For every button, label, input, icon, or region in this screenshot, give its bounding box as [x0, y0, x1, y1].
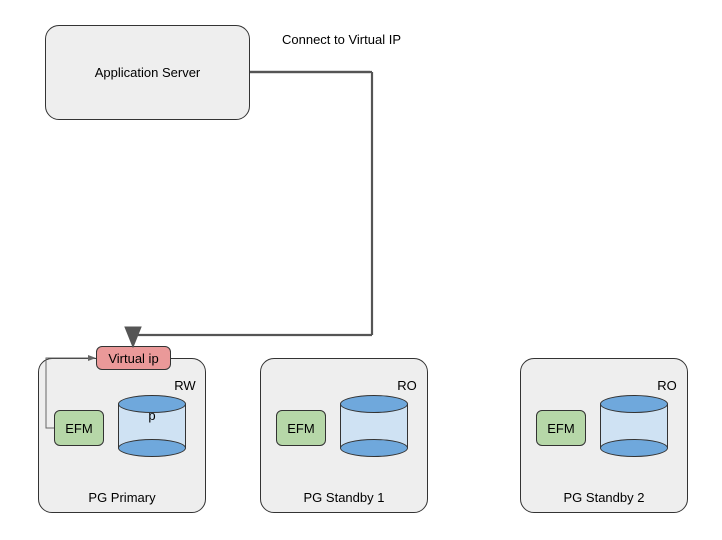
main-arrow-rendered — [250, 56, 365, 72]
mode-label-standby2: RO — [647, 378, 687, 393]
db-cylinder-standby2 — [600, 395, 668, 457]
mode-label-standby1: RO — [387, 378, 427, 393]
arrow-main — [250, 58, 365, 72]
arrow-app-to-virtual-ip — [250, 55, 370, 72]
virtual-ip-label: Virtual ip — [108, 351, 158, 366]
virtual-ip-box: Virtual ip — [96, 346, 171, 370]
arrow-app-to-vip-line — [250, 56, 365, 72]
efm-label-primary: EFM — [65, 421, 92, 436]
conn-appserver-vip — [250, 56, 365, 72]
efm-label-standby2: EFM — [547, 421, 574, 436]
application-server-label: Application Server — [95, 65, 201, 80]
db-cylinder-standby1 — [340, 395, 408, 457]
efm-box-standby2: EFM — [536, 410, 586, 446]
node-name-primary: PG Primary — [38, 490, 206, 505]
node-name-standby2: PG Standby 2 — [520, 490, 688, 505]
efm-box-standby1: EFM — [276, 410, 326, 446]
main-connector — [250, 56, 365, 72]
mode-label-primary: RW — [165, 378, 205, 393]
arrow-application-to-vip — [250, 58, 365, 72]
efm-box-primary: EFM — [54, 410, 104, 446]
arrow-appserver-to-vip — [250, 60, 365, 72]
efm-label-standby1: EFM — [287, 421, 314, 436]
connector-app-to-vip — [250, 58, 368, 72]
application-server-box: Application Server — [45, 25, 250, 120]
arrow-app-to-vip-visible — [250, 58, 368, 72]
db-cylinder-primary: p — [118, 395, 186, 457]
connect-to-vip-label: Connect to Virtual IP — [282, 32, 442, 47]
node-name-standby1: PG Standby 1 — [260, 490, 428, 505]
noop — [250, 56, 365, 72]
arrow-app-to-vip-final — [250, 55, 365, 72]
connect-label-text: Connect to Virtual IP — [282, 32, 401, 47]
